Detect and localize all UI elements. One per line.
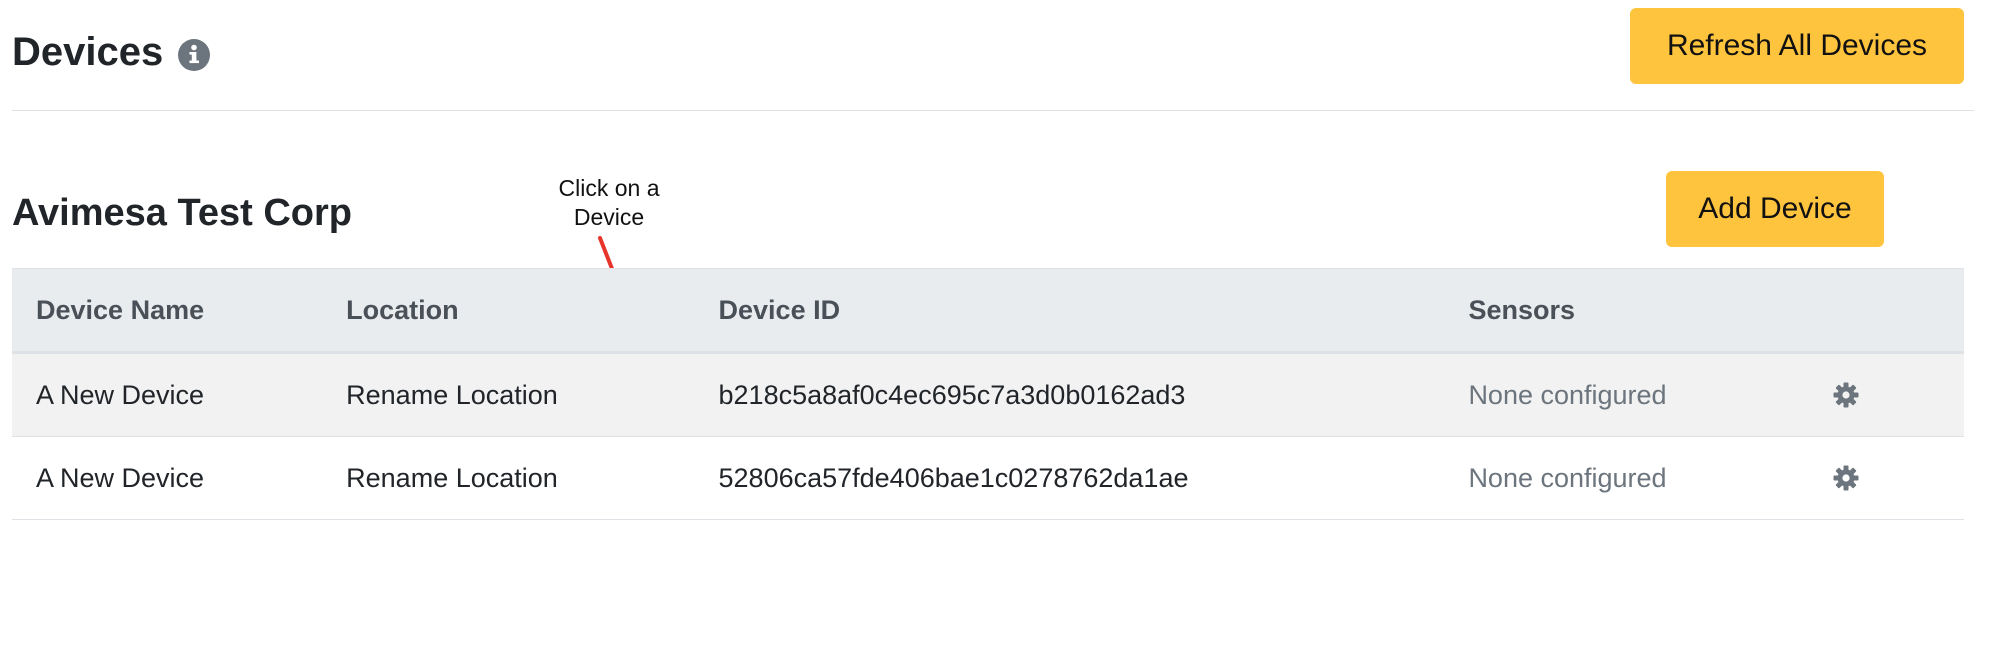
page-title: Devices bbox=[12, 30, 164, 74]
organization-title: Avimesa Test Corp bbox=[12, 192, 352, 234]
table-row[interactable]: A New Device Rename Location b218c5a8af0… bbox=[12, 352, 1964, 437]
annotation-text-line1: Click on a bbox=[558, 175, 660, 201]
column-header-sensors: Sensors bbox=[1468, 268, 1834, 354]
info-circle-icon[interactable] bbox=[177, 35, 211, 71]
add-device-button[interactable]: Add Device bbox=[1666, 171, 1884, 247]
gear-icon[interactable] bbox=[1833, 382, 1859, 408]
location-cell[interactable]: Rename Location bbox=[346, 352, 719, 437]
page-title-wrapper: Devices bbox=[12, 28, 211, 76]
annotation-callout: Click on a Device bbox=[530, 174, 688, 232]
devices-table: Device Name Location Device ID Sensors A… bbox=[12, 268, 1964, 520]
devices-page: Devices Refresh All Devices Avimesa Test… bbox=[0, 0, 1996, 652]
actions-cell bbox=[1833, 352, 1964, 437]
sensors-cell[interactable]: None configured bbox=[1468, 352, 1834, 437]
device-name-cell[interactable]: A New Device bbox=[12, 352, 347, 437]
column-header-location: Location bbox=[346, 268, 719, 354]
refresh-all-devices-button[interactable]: Refresh All Devices bbox=[1630, 8, 1964, 84]
column-header-device-name: Device Name bbox=[12, 268, 347, 354]
actions-cell bbox=[1833, 436, 1964, 520]
annotation-text-line2: Device bbox=[573, 204, 645, 230]
sensors-cell[interactable]: None configured bbox=[1468, 436, 1834, 520]
device-name-cell[interactable]: A New Device bbox=[12, 436, 347, 520]
table-header-row: Device Name Location Device ID Sensors bbox=[12, 268, 1964, 354]
column-header-device-id: Device ID bbox=[718, 268, 1469, 354]
gear-icon[interactable] bbox=[1833, 465, 1859, 491]
device-id-cell[interactable]: 52806ca57fde406bae1c0278762da1ae bbox=[718, 436, 1469, 520]
column-header-actions bbox=[1833, 268, 1964, 354]
table-row[interactable]: A New Device Rename Location 52806ca57fd… bbox=[12, 436, 1964, 520]
location-cell[interactable]: Rename Location bbox=[346, 436, 719, 520]
device-id-cell[interactable]: b218c5a8af0c4ec695c7a3d0b0162ad3 bbox=[718, 352, 1469, 437]
